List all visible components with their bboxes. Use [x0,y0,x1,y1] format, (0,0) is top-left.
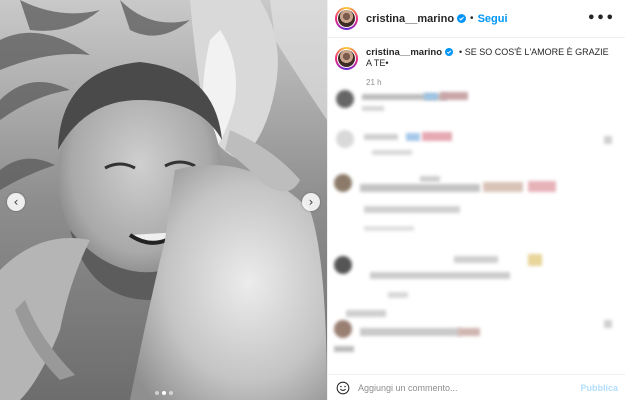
comment-input[interactable] [358,382,581,393]
comment-avatar-blurred [334,256,352,274]
comments-list-blurred [328,84,625,374]
carousel-dot [168,391,173,395]
comment-blurred [454,256,498,263]
comment-blurred [360,328,460,336]
comment-blurred [483,182,523,192]
previous-slide-button[interactable]: ‹ [7,193,25,211]
chevron-left-icon: ‹ [13,195,19,209]
comment-blurred [420,176,440,182]
comment-blurred [528,181,556,192]
separator-dot: • [470,13,474,24]
comment-blurred [364,226,414,231]
comment-avatar-blurred [336,130,354,148]
follow-button[interactable]: Segui [478,13,508,25]
comment-blurred [334,346,354,352]
comment-blurred [528,254,542,266]
post-media[interactable]: ‹ › [0,0,327,400]
caption-username[interactable]: cristina__marino [366,47,442,58]
verified-badge-icon [457,14,467,23]
comment-blurred [346,310,386,317]
publish-button[interactable]: Pubblica [580,383,618,393]
post-caption: cristina__marino • SE SO COS'È L'AMORE È … [328,38,625,88]
comment-blurred [362,106,384,111]
comment-blurred [458,328,480,336]
comment-blurred [422,132,452,141]
instagram-post-modal: ‹ › cristina__marino • Segui ••• cristin… [0,0,625,400]
chevron-right-icon: › [308,195,314,209]
comment-blurred [440,92,468,100]
comment-blurred [604,320,612,328]
emoji-icon[interactable] [336,381,350,395]
comment-blurred [388,292,408,298]
comment-avatar-blurred [334,174,352,192]
comment-blurred [372,150,412,155]
post-header: cristina__marino • Segui ••• [328,0,625,38]
comment-blurred [370,272,510,279]
comment-blurred [424,93,438,100]
post-side-panel: cristina__marino • Segui ••• cristina__m… [327,0,625,400]
carousel-dot-active [161,391,166,395]
comment-composer: Pubblica [328,374,625,400]
comment-blurred [364,134,398,140]
avatar[interactable] [335,7,358,30]
comment-avatar-blurred [334,320,352,338]
more-options-icon[interactable]: ••• [587,11,615,26]
next-slide-button[interactable]: › [302,193,320,211]
carousel-dot [154,391,159,395]
comment-avatar-blurred [336,90,354,108]
post-photo [0,0,327,400]
comment-blurred [604,136,612,144]
comment-blurred [360,184,480,192]
comment-blurred [406,133,420,141]
comment-blurred [364,206,460,213]
caption-avatar[interactable] [335,47,358,70]
carousel-indicator [0,391,327,395]
verified-badge-icon [445,48,454,57]
header-username[interactable]: cristina__marino [366,13,454,25]
